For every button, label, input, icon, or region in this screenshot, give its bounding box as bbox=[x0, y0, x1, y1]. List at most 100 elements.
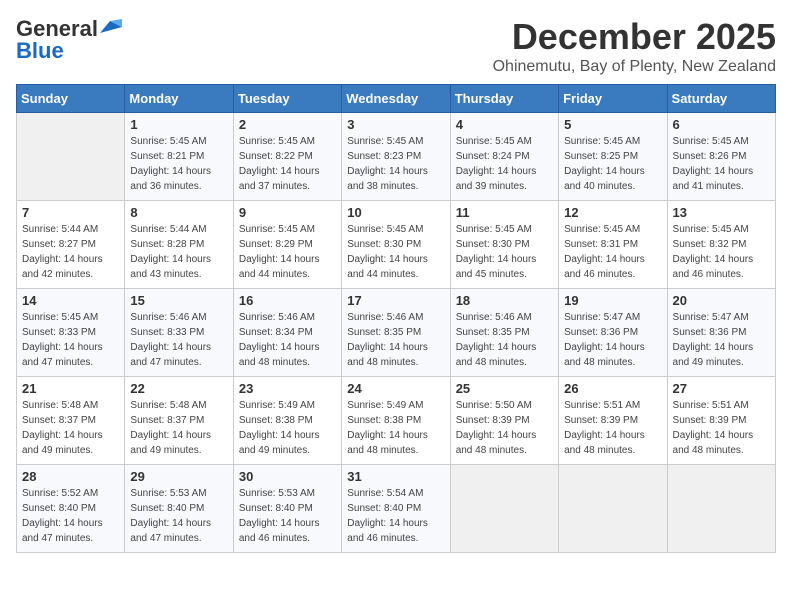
day-number: 1 bbox=[130, 117, 227, 132]
day-info: Sunrise: 5:47 AMSunset: 8:36 PMDaylight:… bbox=[564, 310, 661, 370]
day-number: 2 bbox=[239, 117, 336, 132]
calendar-cell: 6 Sunrise: 5:45 AMSunset: 8:26 PMDaylight… bbox=[667, 113, 775, 201]
calendar-cell bbox=[17, 113, 125, 201]
calendar-cell: 3Sunrise: 5:45 AMSunset: 8:23 PMDaylight… bbox=[342, 113, 450, 201]
calendar-cell: 27 Sunrise: 5:51 AMSunset: 8:39 PMDayligh… bbox=[667, 377, 775, 465]
day-info: Sunrise: 5:45 AMSunset: 8:29 PMDaylight:… bbox=[239, 222, 336, 282]
day-number: 9 bbox=[239, 205, 336, 220]
title-block: December 2025 Ohinemutu, Bay of Plenty, … bbox=[493, 16, 776, 76]
day-number: 6 bbox=[673, 117, 770, 132]
calendar-cell: 25 Sunrise: 5:50 AMSunset: 8:39 PMDayligh… bbox=[450, 377, 558, 465]
day-info: Sunrise: 5:45 AMSunset: 8:25 PMDaylight:… bbox=[564, 134, 661, 194]
day-info: Sunrise: 5:53 AMSunset: 8:40 PMDaylight:… bbox=[130, 486, 227, 546]
day-info: Sunrise: 5:45 AMSunset: 8:32 PMDaylight:… bbox=[673, 222, 770, 282]
day-number: 17 bbox=[347, 293, 444, 308]
day-number: 27 bbox=[673, 381, 770, 396]
day-number: 12 bbox=[564, 205, 661, 220]
day-info: Sunrise: 5:45 AMSunset: 8:24 PMDaylight:… bbox=[456, 134, 553, 194]
day-number: 10 bbox=[347, 205, 444, 220]
day-number: 19 bbox=[564, 293, 661, 308]
month-title: December 2025 bbox=[493, 16, 776, 58]
day-info: Sunrise: 5:47 AMSunset: 8:36 PMDaylight:… bbox=[673, 310, 770, 370]
day-number: 30 bbox=[239, 469, 336, 484]
calendar-cell: 1 Sunrise: 5:45 AMSunset: 8:21 PMDaylight… bbox=[125, 113, 233, 201]
logo-blue: Blue bbox=[16, 38, 64, 64]
day-info: Sunrise: 5:53 AMSunset: 8:40 PMDaylight:… bbox=[239, 486, 336, 546]
calendar-cell bbox=[450, 465, 558, 553]
calendar-cell: 10 Sunrise: 5:45 AMSunset: 8:30 PMDayligh… bbox=[342, 201, 450, 289]
calendar-cell bbox=[559, 465, 667, 553]
day-info: Sunrise: 5:45 AMSunset: 8:22 PMDaylight:… bbox=[239, 134, 336, 194]
day-info: Sunrise: 5:44 AMSunset: 8:27 PMDaylight:… bbox=[22, 222, 119, 282]
day-info: Sunrise: 5:51 AMSunset: 8:39 PMDaylight:… bbox=[673, 398, 770, 458]
day-info: Sunrise: 5:48 AMSunset: 8:37 PMDaylight:… bbox=[130, 398, 227, 458]
calendar-cell: 14 Sunrise: 5:45 AMSunset: 8:33 PMDayligh… bbox=[17, 289, 125, 377]
day-info: Sunrise: 5:46 AMSunset: 8:35 PMDaylight:… bbox=[347, 310, 444, 370]
weekday-header: Monday bbox=[125, 85, 233, 113]
day-number: 21 bbox=[22, 381, 119, 396]
calendar-cell: 9 Sunrise: 5:45 AMSunset: 8:29 PMDaylight… bbox=[233, 201, 341, 289]
day-info: Sunrise: 5:45 AMSunset: 8:21 PMDaylight:… bbox=[130, 134, 227, 194]
day-number: 20 bbox=[673, 293, 770, 308]
weekday-header: Thursday bbox=[450, 85, 558, 113]
day-number: 4 bbox=[456, 117, 553, 132]
day-info: Sunrise: 5:45 AMSunset: 8:26 PMDaylight:… bbox=[673, 134, 770, 194]
day-number: 22 bbox=[130, 381, 227, 396]
day-info: Sunrise: 5:48 AMSunset: 8:37 PMDaylight:… bbox=[22, 398, 119, 458]
day-info: Sunrise: 5:52 AMSunset: 8:40 PMDaylight:… bbox=[22, 486, 119, 546]
calendar-cell: 18Sunrise: 5:46 AMSunset: 8:35 PMDayligh… bbox=[450, 289, 558, 377]
day-number: 3 bbox=[347, 117, 444, 132]
day-number: 25 bbox=[456, 381, 553, 396]
day-number: 26 bbox=[564, 381, 661, 396]
day-number: 14 bbox=[22, 293, 119, 308]
calendar-cell: 7 Sunrise: 5:44 AMSunset: 8:27 PMDaylight… bbox=[17, 201, 125, 289]
location-title: Ohinemutu, Bay of Plenty, New Zealand bbox=[493, 58, 776, 76]
day-info: Sunrise: 5:45 AMSunset: 8:31 PMDaylight:… bbox=[564, 222, 661, 282]
calendar-cell: 16 Sunrise: 5:46 AMSunset: 8:34 PMDayligh… bbox=[233, 289, 341, 377]
day-number: 13 bbox=[673, 205, 770, 220]
day-number: 15 bbox=[130, 293, 227, 308]
day-info: Sunrise: 5:44 AMSunset: 8:28 PMDaylight:… bbox=[130, 222, 227, 282]
day-info: Sunrise: 5:45 AMSunset: 8:33 PMDaylight:… bbox=[22, 310, 119, 370]
day-number: 16 bbox=[239, 293, 336, 308]
day-info: Sunrise: 5:51 AMSunset: 8:39 PMDaylight:… bbox=[564, 398, 661, 458]
calendar-cell: 15 Sunrise: 5:46 AMSunset: 8:33 PMDayligh… bbox=[125, 289, 233, 377]
calendar-cell: 21 Sunrise: 5:48 AMSunset: 8:37 PMDayligh… bbox=[17, 377, 125, 465]
day-number: 29 bbox=[130, 469, 227, 484]
day-info: Sunrise: 5:46 AMSunset: 8:35 PMDaylight:… bbox=[456, 310, 553, 370]
day-info: Sunrise: 5:45 AMSunset: 8:30 PMDaylight:… bbox=[347, 222, 444, 282]
calendar-cell: 13 Sunrise: 5:45 AMSunset: 8:32 PMDayligh… bbox=[667, 201, 775, 289]
day-info: Sunrise: 5:49 AMSunset: 8:38 PMDaylight:… bbox=[239, 398, 336, 458]
weekday-header: Tuesday bbox=[233, 85, 341, 113]
day-info: Sunrise: 5:50 AMSunset: 8:39 PMDaylight:… bbox=[456, 398, 553, 458]
calendar-cell: 11Sunrise: 5:45 AMSunset: 8:30 PMDayligh… bbox=[450, 201, 558, 289]
day-info: Sunrise: 5:46 AMSunset: 8:34 PMDaylight:… bbox=[239, 310, 336, 370]
day-info: Sunrise: 5:54 AMSunset: 8:40 PMDaylight:… bbox=[347, 486, 444, 546]
day-number: 23 bbox=[239, 381, 336, 396]
day-number: 5 bbox=[564, 117, 661, 132]
calendar-cell: 22 Sunrise: 5:48 AMSunset: 8:37 PMDayligh… bbox=[125, 377, 233, 465]
calendar-cell: 4 Sunrise: 5:45 AMSunset: 8:24 PMDaylight… bbox=[450, 113, 558, 201]
day-number: 31 bbox=[347, 469, 444, 484]
weekday-header: Friday bbox=[559, 85, 667, 113]
calendar-cell: 19 Sunrise: 5:47 AMSunset: 8:36 PMDayligh… bbox=[559, 289, 667, 377]
calendar-cell bbox=[667, 465, 775, 553]
day-info: Sunrise: 5:49 AMSunset: 8:38 PMDaylight:… bbox=[347, 398, 444, 458]
calendar-cell: 28 Sunrise: 5:52 AMSunset: 8:40 PMDayligh… bbox=[17, 465, 125, 553]
calendar-cell: 12 Sunrise: 5:45 AMSunset: 8:31 PMDayligh… bbox=[559, 201, 667, 289]
calendar-cell: 26 Sunrise: 5:51 AMSunset: 8:39 PMDayligh… bbox=[559, 377, 667, 465]
day-number: 7 bbox=[22, 205, 119, 220]
calendar-cell: 31 Sunrise: 5:54 AMSunset: 8:40 PMDayligh… bbox=[342, 465, 450, 553]
day-number: 28 bbox=[22, 469, 119, 484]
calendar-cell: 20 Sunrise: 5:47 AMSunset: 8:36 PMDayligh… bbox=[667, 289, 775, 377]
calendar-cell: 2 Sunrise: 5:45 AMSunset: 8:22 PMDaylight… bbox=[233, 113, 341, 201]
calendar-table: SundayMondayTuesdayWednesdayThursdayFrid… bbox=[16, 84, 776, 553]
day-info: Sunrise: 5:46 AMSunset: 8:33 PMDaylight:… bbox=[130, 310, 227, 370]
weekday-header: Wednesday bbox=[342, 85, 450, 113]
weekday-header: Saturday bbox=[667, 85, 775, 113]
calendar-cell: 29 Sunrise: 5:53 AMSunset: 8:40 PMDayligh… bbox=[125, 465, 233, 553]
day-number: 11 bbox=[456, 205, 553, 220]
logo-icon bbox=[100, 19, 122, 35]
day-number: 24 bbox=[347, 381, 444, 396]
calendar-cell: 5 Sunrise: 5:45 AMSunset: 8:25 PMDaylight… bbox=[559, 113, 667, 201]
